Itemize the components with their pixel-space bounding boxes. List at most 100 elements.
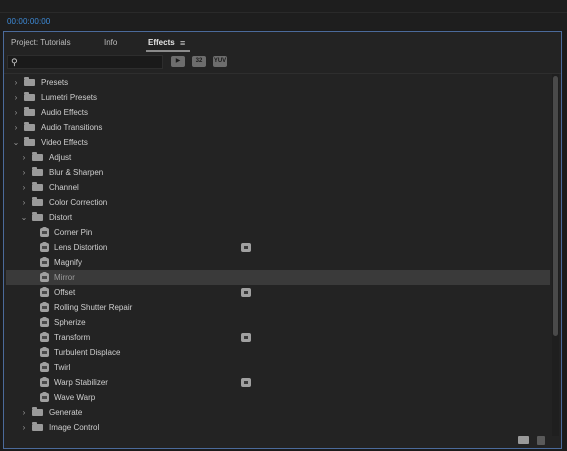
top-strip: 00:00:00:00	[0, 0, 567, 30]
tree-effect-row[interactable]: Magnify	[6, 255, 550, 270]
tree-folder-row[interactable]: ⌄ Distort	[6, 210, 550, 225]
timecode[interactable]: 00:00:00:00	[7, 17, 50, 26]
tree-effect-row[interactable]: Rolling Shutter Repair	[6, 300, 550, 315]
tree-effect-row[interactable]: Offset	[6, 285, 550, 300]
chevron-right-icon[interactable]: ›	[12, 78, 20, 87]
tab-info[interactable]: Info	[104, 38, 117, 47]
chevron-right-icon[interactable]: ›	[20, 198, 28, 207]
folder-icon	[32, 197, 43, 206]
tree-item-label: Generate	[49, 408, 83, 417]
accelerated-badge-icon	[241, 378, 251, 387]
chevron-right-icon[interactable]: ›	[12, 93, 20, 102]
folder-icon	[24, 77, 35, 86]
accelerated-badge-icon	[241, 243, 251, 252]
tree-folder-row[interactable]: › Adjust	[6, 150, 550, 165]
tree-effect-row[interactable]: Warp Stabilizer	[6, 375, 550, 390]
tree-effect-row[interactable]: Lens Distortion	[6, 240, 550, 255]
tree-folder-row[interactable]: › Audio Effects	[6, 105, 550, 120]
chevron-down-icon[interactable]: ⌄	[20, 213, 28, 222]
chevron-right-icon[interactable]: ›	[20, 408, 28, 417]
tree-item-label: Audio Effects	[41, 108, 88, 117]
folder-icon	[32, 152, 43, 161]
folder-icon	[24, 122, 35, 131]
tree-effect-row[interactable]: Corner Pin	[6, 225, 550, 240]
tree-item-label: Warp Stabilizer	[54, 378, 108, 387]
delete-icon[interactable]	[537, 436, 545, 445]
effect-icon	[40, 272, 49, 282]
chevron-right-icon[interactable]: ›	[20, 423, 28, 432]
folder-icon	[24, 137, 35, 146]
32-bit-filter-button[interactable]: 32	[192, 56, 206, 67]
tree-item-label: Transform	[54, 333, 91, 342]
tree-effect-row[interactable]: Transform	[6, 330, 550, 345]
accelerated-effects-filter-button[interactable]: ▶	[171, 56, 185, 67]
tree-item-label: Blur & Sharpen	[49, 168, 104, 177]
tree-item-label: Video Effects	[41, 138, 88, 147]
tree-folder-row[interactable]: › Generate	[6, 405, 550, 420]
effects-tree: › Presets › Lumetri Presets › Audio Effects › A…	[4, 74, 552, 434]
panel-menu-icon[interactable]: ≡	[180, 39, 185, 48]
tab-project[interactable]: Project: Tutorials	[11, 38, 71, 47]
folder-icon	[24, 107, 35, 116]
folder-icon	[32, 407, 43, 416]
chevron-down-icon[interactable]: ⌄	[12, 138, 20, 147]
tree-effect-row[interactable]: Wave Warp	[6, 390, 550, 405]
scrollbar-thumb[interactable]	[553, 76, 558, 336]
tree-effect-row[interactable]: Turbulent Displace	[6, 345, 550, 360]
tree-item-label: Twirl	[54, 363, 71, 372]
effect-icon	[40, 347, 49, 357]
effect-icon	[40, 287, 49, 297]
tree-item-label: Wave Warp	[54, 393, 96, 402]
tree-item-label: Magnify	[54, 258, 83, 267]
tree-item-label: Lens Distortion	[54, 243, 108, 252]
tree-effect-row[interactable]: Spherize	[6, 315, 550, 330]
tree-item-label: Distort	[49, 213, 73, 222]
new-bin-icon[interactable]	[518, 436, 529, 444]
search-icon: ⚲	[11, 57, 18, 67]
chevron-right-icon[interactable]: ›	[20, 153, 28, 162]
tree-folder-row[interactable]: › Image Control	[6, 420, 550, 435]
chevron-right-icon[interactable]: ›	[12, 108, 20, 117]
tree-folder-row[interactable]: › Channel	[6, 180, 550, 195]
tree-effect-row[interactable]: Twirl	[6, 360, 550, 375]
effect-icon	[40, 332, 49, 342]
tree-folder-row[interactable]: › Color Correction	[6, 195, 550, 210]
divider	[0, 12, 567, 13]
tree-item-label: Channel	[49, 183, 79, 192]
search-input[interactable]: ⚲	[7, 55, 163, 69]
yuv-filter-button[interactable]: YUV	[213, 56, 227, 67]
effect-icon	[40, 377, 49, 387]
panel-tabs: Project: Tutorials Info Effects ≡	[4, 32, 561, 52]
folder-icon	[32, 182, 43, 191]
chevron-right-icon[interactable]: ›	[20, 168, 28, 177]
effect-icon	[40, 257, 49, 267]
effect-icon	[40, 227, 49, 237]
tree-effect-row[interactable]: Mirror	[6, 270, 550, 285]
tree-item-label: Mirror	[54, 273, 75, 282]
tree-folder-row[interactable]: › Presets	[6, 75, 550, 90]
chevron-right-icon[interactable]: ›	[12, 123, 20, 132]
effect-icon	[40, 362, 49, 372]
tree-folder-row[interactable]: ⌄ Video Effects	[6, 135, 550, 150]
effect-icon	[40, 242, 49, 252]
tree-folder-row[interactable]: › Audio Transitions	[6, 120, 550, 135]
tree-item-label: Audio Transitions	[41, 123, 103, 132]
tree-item-label: Turbulent Displace	[54, 348, 121, 357]
tree-item-label: Corner Pin	[54, 228, 93, 237]
tree-item-label: Spherize	[54, 318, 86, 327]
folder-icon	[32, 422, 43, 431]
tree-item-label: Color Correction	[49, 198, 108, 207]
tree-folder-row[interactable]: › Lumetri Presets	[6, 90, 550, 105]
folder-icon	[24, 92, 35, 101]
chevron-right-icon[interactable]: ›	[20, 183, 28, 192]
effect-icon	[40, 317, 49, 327]
tree-folder-row[interactable]: › Blur & Sharpen	[6, 165, 550, 180]
effect-icon	[40, 392, 49, 402]
tree-item-label: Presets	[41, 78, 69, 87]
panel-footer	[4, 434, 561, 448]
tab-effects[interactable]: Effects	[148, 38, 175, 47]
tree-item-label: Rolling Shutter Repair	[54, 303, 133, 312]
effect-icon	[40, 302, 49, 312]
folder-icon	[32, 167, 43, 176]
scrollbar[interactable]	[552, 74, 559, 436]
